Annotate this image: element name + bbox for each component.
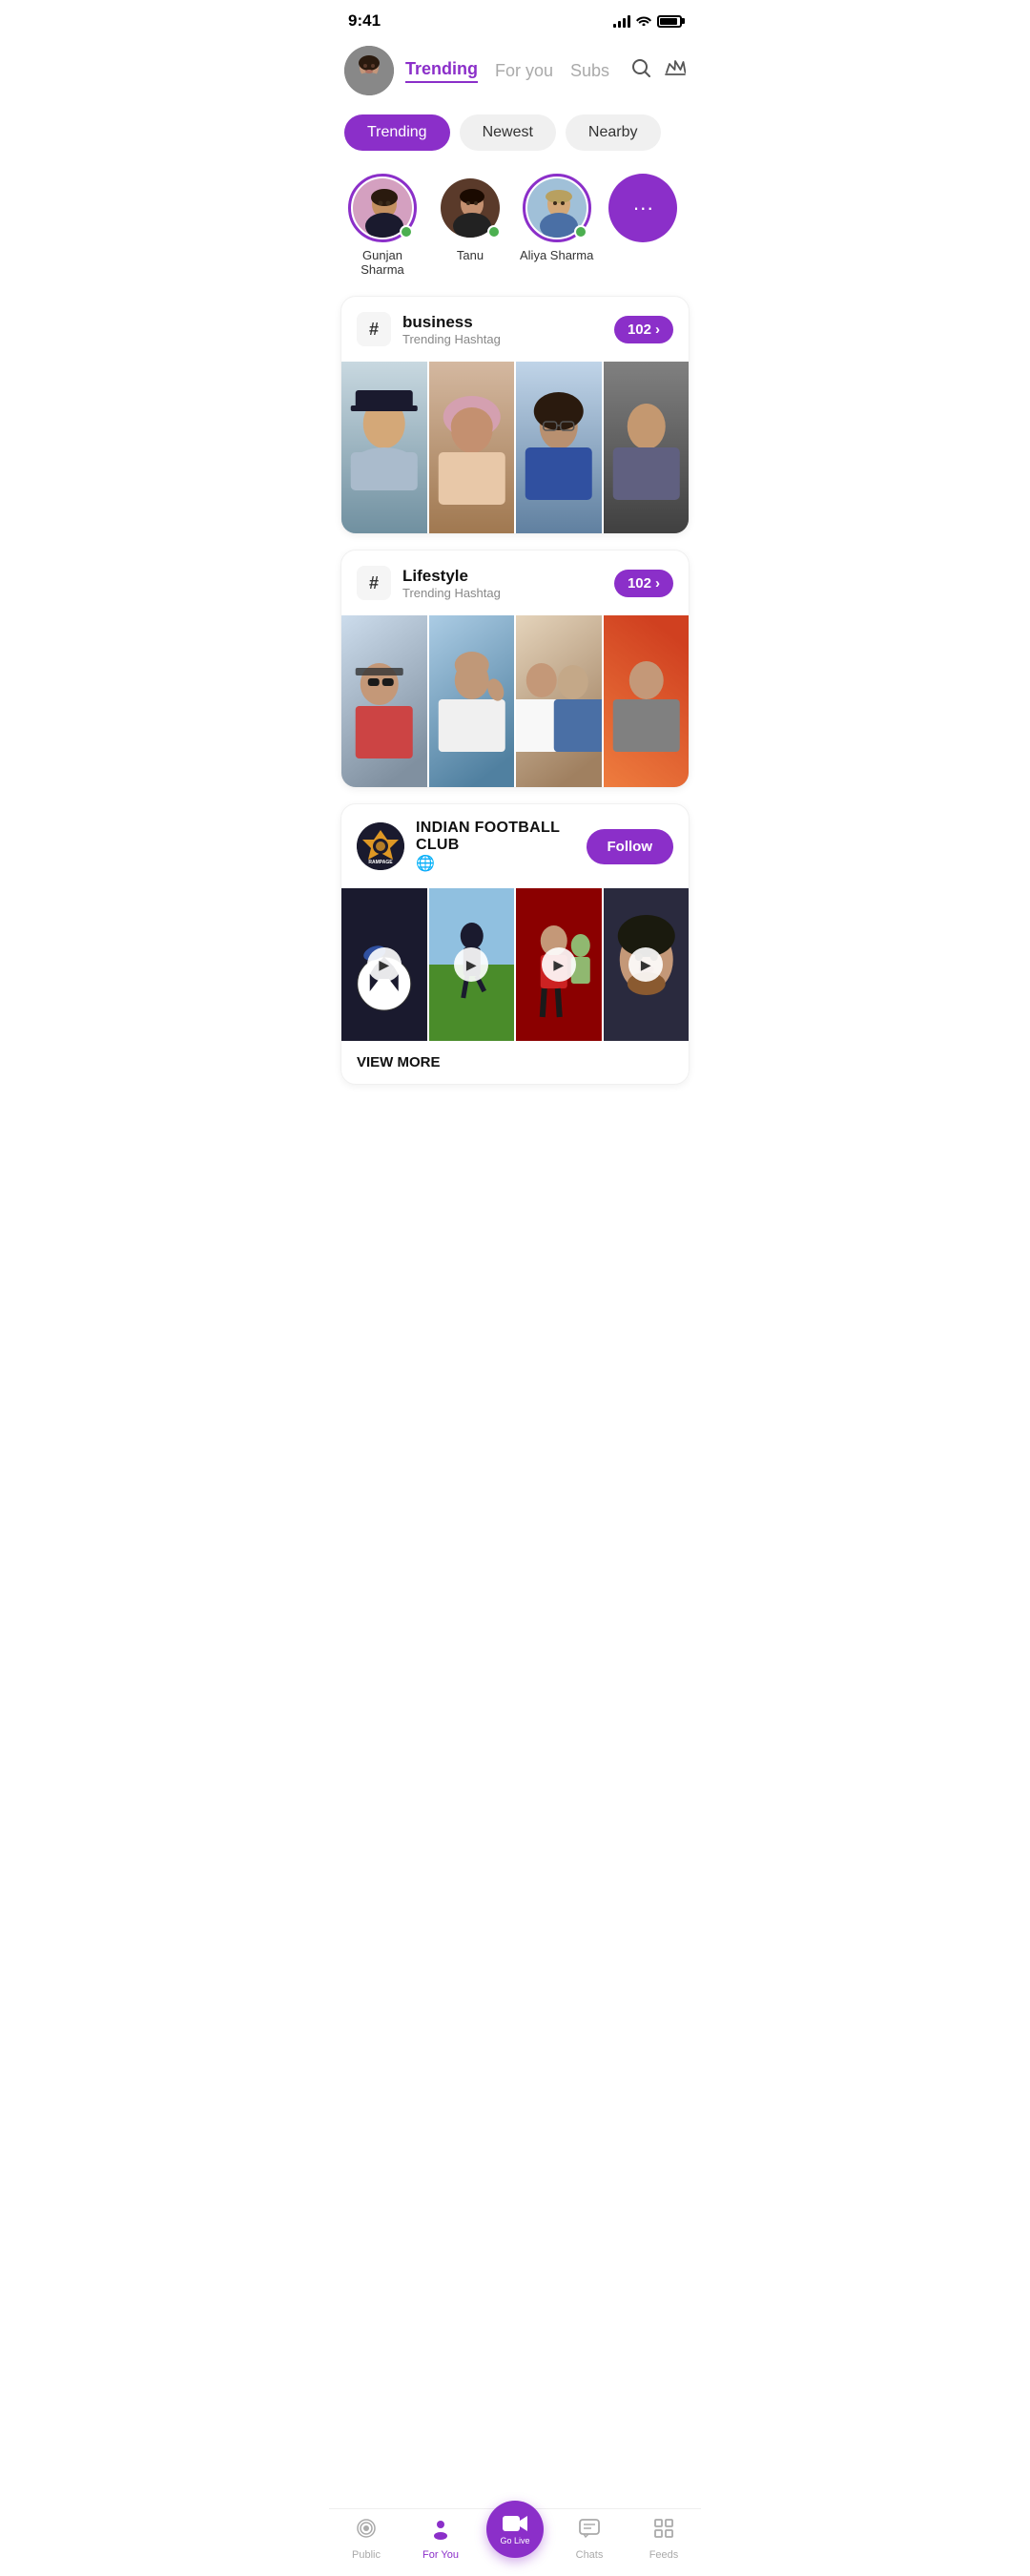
status-bar: 9:41 bbox=[329, 0, 701, 38]
story-avatar-wrap-aliya bbox=[523, 174, 591, 242]
nav-for-you[interactable]: For You bbox=[403, 2517, 478, 2561]
header-icons bbox=[630, 57, 686, 84]
tab-trending[interactable]: Trending bbox=[405, 59, 478, 83]
header: Trending For you Subs bbox=[329, 38, 701, 107]
club-logo: RAMPAGE bbox=[357, 822, 404, 870]
online-indicator bbox=[400, 225, 413, 239]
grid-image-3[interactable] bbox=[516, 362, 602, 533]
tab-subs[interactable]: Subs bbox=[570, 61, 609, 81]
hashtag-info-business: business Trending Hashtag bbox=[402, 313, 603, 346]
crown-icon[interactable] bbox=[665, 59, 686, 82]
person-icon bbox=[429, 2517, 452, 2545]
nav-label-chats: Chats bbox=[576, 2549, 604, 2561]
grid-image-1[interactable] bbox=[341, 362, 427, 533]
grid-image-lifestyle-2[interactable] bbox=[429, 615, 515, 787]
hashtag-info-lifestyle: Lifestyle Trending Hashtag bbox=[402, 567, 603, 600]
hashtag-sub-lifestyle: Trending Hashtag bbox=[402, 586, 603, 600]
story-item-tanu[interactable]: Tanu bbox=[436, 174, 505, 262]
club-globe-icon: 🌐 bbox=[416, 856, 435, 872]
club-name: INDIAN FOOTBALL CLUB bbox=[416, 820, 575, 854]
online-indicator-aliya bbox=[574, 225, 587, 239]
nav-label-for-you: For You bbox=[422, 2549, 459, 2561]
nav-public[interactable]: Public bbox=[329, 2517, 403, 2561]
online-indicator-tanu bbox=[487, 225, 501, 239]
video-thumb-4[interactable]: ▶ bbox=[604, 888, 690, 1041]
search-icon[interactable] bbox=[630, 57, 651, 84]
video-thumb-3[interactable]: ▶ bbox=[516, 888, 602, 1041]
nav-chats[interactable]: Chats bbox=[552, 2517, 627, 2561]
go-live-label: Go Live bbox=[500, 2536, 529, 2545]
nav-label-feeds: Feeds bbox=[649, 2549, 679, 2561]
nav-feeds[interactable]: Feeds bbox=[627, 2517, 701, 2561]
filter-nearby[interactable]: Nearby bbox=[566, 114, 661, 151]
grid-image-lifestyle-3[interactable] bbox=[516, 615, 602, 787]
grid-image-lifestyle-1[interactable] bbox=[341, 615, 427, 787]
story-label-aliya: Aliya Sharma bbox=[520, 248, 593, 262]
story-more-item[interactable]: ··· bbox=[608, 174, 677, 248]
story-avatar-wrap-tanu bbox=[436, 174, 505, 242]
chat-icon bbox=[578, 2517, 601, 2545]
story-label-gunjan: Gunjan Sharma bbox=[344, 248, 421, 277]
nav-tabs: Trending For you Subs bbox=[405, 59, 619, 83]
video-thumb-2[interactable]: ▶ bbox=[429, 888, 515, 1041]
go-live-button[interactable]: Go Live bbox=[486, 2501, 544, 2558]
wifi-icon bbox=[636, 13, 651, 29]
story-row: Gunjan Sharma Tanu bbox=[329, 166, 701, 296]
video-thumb-1[interactable]: ▶ bbox=[341, 888, 427, 1041]
play-button-1[interactable]: ▶ bbox=[367, 947, 402, 982]
hashtag-header-lifestyle: # Lifestyle Trending Hashtag 102 › bbox=[341, 551, 689, 615]
story-item-aliya[interactable]: Aliya Sharma bbox=[520, 174, 593, 262]
hashtag-sub-business: Trending Hashtag bbox=[402, 332, 603, 346]
image-grid-lifestyle bbox=[341, 615, 689, 787]
play-button-4[interactable]: ▶ bbox=[628, 947, 663, 982]
hashtag-card-lifestyle: # Lifestyle Trending Hashtag 102 › bbox=[340, 550, 690, 788]
club-header: RAMPAGE INDIAN FOOTBALL CLUB 🌐 Follow bbox=[341, 804, 689, 888]
play-button-3[interactable]: ▶ bbox=[542, 947, 576, 982]
club-info: INDIAN FOOTBALL CLUB 🌐 bbox=[416, 820, 575, 873]
battery-icon bbox=[657, 15, 682, 28]
follow-button[interactable]: Follow bbox=[587, 829, 674, 864]
grid-image-lifestyle-4[interactable] bbox=[604, 615, 690, 787]
count-badge-business[interactable]: 102 › bbox=[614, 316, 673, 343]
status-time: 9:41 bbox=[348, 11, 381, 31]
nav-label-public: Public bbox=[352, 2549, 381, 2561]
status-icons bbox=[613, 13, 682, 29]
svg-text:RAMPAGE: RAMPAGE bbox=[368, 860, 393, 865]
hash-icon: # bbox=[357, 312, 391, 346]
count-badge-lifestyle[interactable]: 102 › bbox=[614, 570, 673, 597]
radio-icon bbox=[355, 2517, 378, 2545]
grid-image-2[interactable] bbox=[429, 362, 515, 533]
grid-image-4[interactable] bbox=[604, 362, 690, 533]
hashtag-name-business: business bbox=[402, 313, 603, 332]
filter-newest[interactable]: Newest bbox=[460, 114, 556, 151]
image-grid-business bbox=[341, 362, 689, 533]
tab-for-you[interactable]: For you bbox=[495, 61, 553, 81]
story-more-button[interactable]: ··· bbox=[608, 174, 677, 242]
video-grid: ▶ ▶ bbox=[341, 888, 689, 1041]
feeds-icon bbox=[652, 2517, 675, 2545]
bottom-nav: Public For You Go Live C bbox=[329, 2508, 701, 2576]
story-avatar-wrap bbox=[348, 174, 417, 242]
hashtag-name-lifestyle: Lifestyle bbox=[402, 567, 603, 586]
story-item-gunjan[interactable]: Gunjan Sharma bbox=[344, 174, 421, 277]
filter-trending[interactable]: Trending bbox=[344, 114, 450, 151]
avatar[interactable] bbox=[344, 46, 394, 95]
play-button-2[interactable]: ▶ bbox=[454, 947, 488, 982]
hashtag-card-business: # business Trending Hashtag 102 › bbox=[340, 296, 690, 534]
signal-icon bbox=[613, 14, 630, 28]
filter-tabs: Trending Newest Nearby bbox=[329, 107, 701, 166]
story-label-tanu: Tanu bbox=[457, 248, 484, 262]
nav-go-live[interactable]: Go Live bbox=[478, 2520, 552, 2558]
club-card: RAMPAGE INDIAN FOOTBALL CLUB 🌐 Follow ▶ bbox=[340, 803, 690, 1085]
hashtag-header-business: # business Trending Hashtag 102 › bbox=[341, 297, 689, 362]
view-more-button[interactable]: VIEW MORE bbox=[341, 1041, 689, 1084]
hash-icon-lifestyle: # bbox=[357, 566, 391, 600]
